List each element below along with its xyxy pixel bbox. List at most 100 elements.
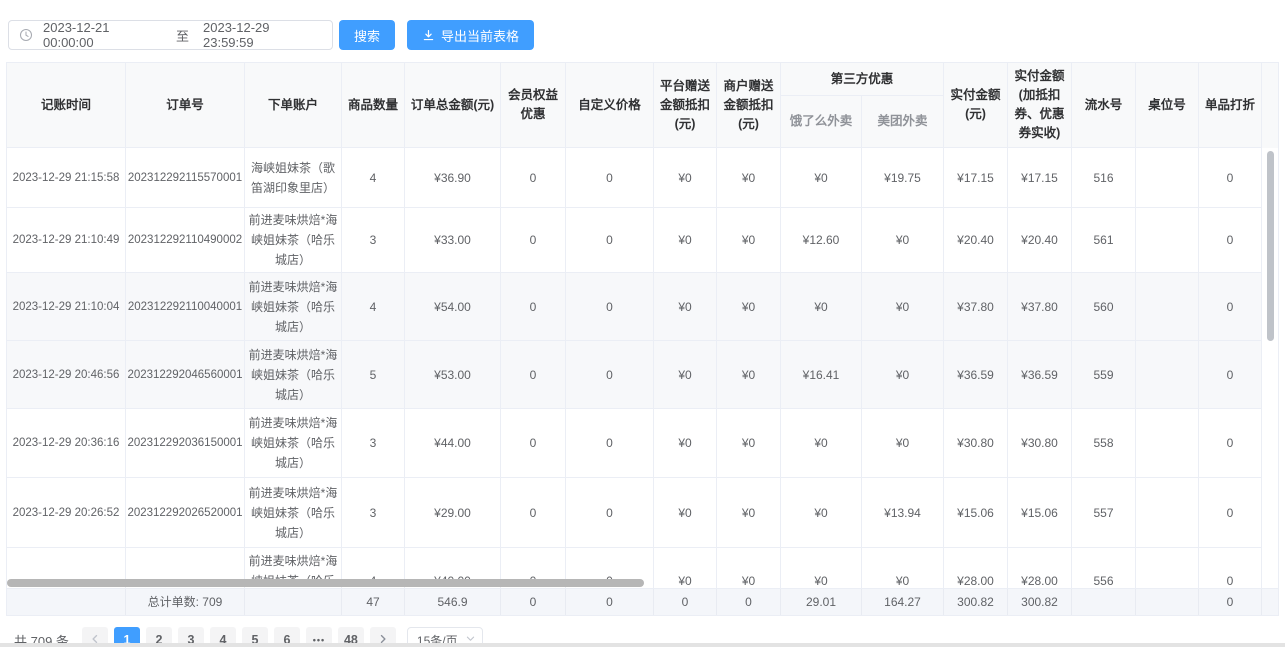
cell-qty: 3 <box>342 478 405 548</box>
cell-eleme: ¥0 <box>781 148 862 208</box>
date-range-input[interactable]: 2023-12-21 00:00:00 至 2023-12-29 23:59:5… <box>8 20 333 50</box>
column-header-paid: 实付金额(元) <box>944 63 1008 148</box>
table-row: 2023-12-29 20:26:52202312292026520001前进麦… <box>7 478 1262 548</box>
cell-order_no: 202312292026520001 <box>126 478 245 548</box>
summary-cell: 0 <box>501 589 566 615</box>
summary-cell: 0 <box>1199 589 1262 615</box>
window-bottom-strip <box>0 643 1285 647</box>
cell-discount: 0 <box>1199 208 1262 273</box>
table-row: 2023-12-29 21:15:58202312292115570001海峡姐… <box>7 148 1262 208</box>
cell-order_no: 202312292110490002 <box>126 208 245 273</box>
table-row: 2023-12-29 20:46:56202312292046560001前进麦… <box>7 341 1262 409</box>
cell-merchant: ¥0 <box>717 208 781 273</box>
cell-qty: 4 <box>342 148 405 208</box>
cell-paid_actual: ¥30.80 <box>1008 409 1072 478</box>
cell-qty: 3 <box>342 409 405 478</box>
vertical-scrollbar-thumb[interactable] <box>1267 151 1274 341</box>
cell-eleme: ¥0 <box>781 548 862 588</box>
summary-cell: 0 <box>717 589 781 615</box>
cell-member: 0 <box>501 208 566 273</box>
cell-merchant: ¥0 <box>717 273 781 341</box>
cell-platform: ¥0 <box>654 548 717 588</box>
summary-cell: 0 <box>654 589 717 615</box>
cell-total: ¥44.00 <box>405 409 501 478</box>
summary-cell <box>245 589 342 615</box>
cell-account: 海峡姐妹茶（歌笛湖印象里店） <box>245 148 342 208</box>
clock-icon <box>19 28 33 42</box>
column-header-time: 记账时间 <box>7 63 126 148</box>
summary-cell <box>7 589 126 615</box>
cell-account: 前进麦味烘焙*海峡姐妹茶（哈乐城店） <box>245 208 342 273</box>
horizontal-scrollbar-thumb[interactable] <box>7 579 644 587</box>
cell-time: 2023-12-29 21:15:58 <box>7 148 126 208</box>
cell-meituan: ¥19.75 <box>862 148 944 208</box>
cell-order_no: 202312292115570001 <box>126 148 245 208</box>
table-body: 2023-12-29 21:15:58202312292115570001海峡姐… <box>7 148 1278 588</box>
cell-paid_actual: ¥37.80 <box>1008 273 1072 341</box>
summary-cell <box>1136 589 1199 615</box>
cell-eleme: ¥16.41 <box>781 341 862 409</box>
cell-time: 2023-12-29 20:26:52 <box>7 478 126 548</box>
cell-custom: 0 <box>566 208 654 273</box>
cell-time: 2023-12-29 21:10:04 <box>7 273 126 341</box>
cell-merchant: ¥0 <box>717 341 781 409</box>
cell-discount: 0 <box>1199 409 1262 478</box>
cell-table_no <box>1136 148 1199 208</box>
search-button[interactable]: 搜索 <box>339 20 395 50</box>
column-header-platform: 平台赠送金额抵扣(元) <box>654 63 717 148</box>
cell-custom: 0 <box>566 478 654 548</box>
cell-account: 前进麦味烘焙*海峡姐妹茶（哈乐城店） <box>245 478 342 548</box>
column-header-total: 订单总金额(元) <box>405 63 501 148</box>
export-button[interactable]: 导出当前表格 <box>407 20 534 50</box>
column-header-custom: 自定义价格 <box>566 63 654 148</box>
cell-paid: ¥28.00 <box>944 548 1008 588</box>
cell-meituan: ¥0 <box>862 208 944 273</box>
summary-cell: 29.01 <box>781 589 862 615</box>
cell-total: ¥29.00 <box>405 478 501 548</box>
export-button-label: 导出当前表格 <box>441 26 519 45</box>
cell-paid: ¥30.80 <box>944 409 1008 478</box>
cell-platform: ¥0 <box>654 208 717 273</box>
cell-paid: ¥20.40 <box>944 208 1008 273</box>
date-separator: 至 <box>176 26 189 45</box>
summary-cell: 164.27 <box>862 589 944 615</box>
column-header-member: 会员权益优惠 <box>501 63 566 148</box>
cell-paid_actual: ¥20.40 <box>1008 208 1072 273</box>
table-row: 2023-12-29 20:36:16202312292036150001前进麦… <box>7 409 1262 478</box>
cell-platform: ¥0 <box>654 341 717 409</box>
cell-qty: 5 <box>342 341 405 409</box>
cell-qty: 4 <box>342 273 405 341</box>
cell-custom: 0 <box>566 148 654 208</box>
cell-eleme: ¥0 <box>781 409 862 478</box>
date-start-value[interactable]: 2023-12-21 00:00:00 <box>43 20 162 50</box>
cell-time: 2023-12-29 21:10:49 <box>7 208 126 273</box>
cell-platform: ¥0 <box>654 409 717 478</box>
cell-eleme: ¥0 <box>781 478 862 548</box>
cell-serial: 556 <box>1072 548 1136 588</box>
cell-meituan: ¥0 <box>862 548 944 588</box>
cell-discount: 0 <box>1199 548 1262 588</box>
column-header-merchant: 商户赠送金额抵扣(元) <box>717 63 781 148</box>
cell-serial: 557 <box>1072 478 1136 548</box>
cell-discount: 0 <box>1199 478 1262 548</box>
cell-discount: 0 <box>1199 341 1262 409</box>
cell-serial: 559 <box>1072 341 1136 409</box>
column-header-paid_actual: 实付金额(加抵扣券、优惠券实收) <box>1008 63 1072 148</box>
cell-platform: ¥0 <box>654 273 717 341</box>
summary-cell: 300.82 <box>1008 589 1072 615</box>
date-end-value[interactable]: 2023-12-29 23:59:59 <box>203 20 322 50</box>
cell-merchant: ¥0 <box>717 409 781 478</box>
cell-serial: 516 <box>1072 148 1136 208</box>
table-header: 记账时间订单号下单账户商品数量订单总金额(元)会员权益优惠自定义价格平台赠送金额… <box>7 63 1278 148</box>
cell-member: 0 <box>501 148 566 208</box>
cell-eleme: ¥12.60 <box>781 208 862 273</box>
cell-total: ¥36.90 <box>405 148 501 208</box>
cell-eleme: ¥0 <box>781 273 862 341</box>
cell-custom: 0 <box>566 273 654 341</box>
summary-cell: 546.9 <box>405 589 501 615</box>
column-header-account: 下单账户 <box>245 63 342 148</box>
cell-time: 2023-12-29 20:46:56 <box>7 341 126 409</box>
column-header-qty: 商品数量 <box>342 63 405 148</box>
table-row: 2023-12-29 21:10:49202312292110490002前进麦… <box>7 208 1262 273</box>
cell-total: ¥53.00 <box>405 341 501 409</box>
